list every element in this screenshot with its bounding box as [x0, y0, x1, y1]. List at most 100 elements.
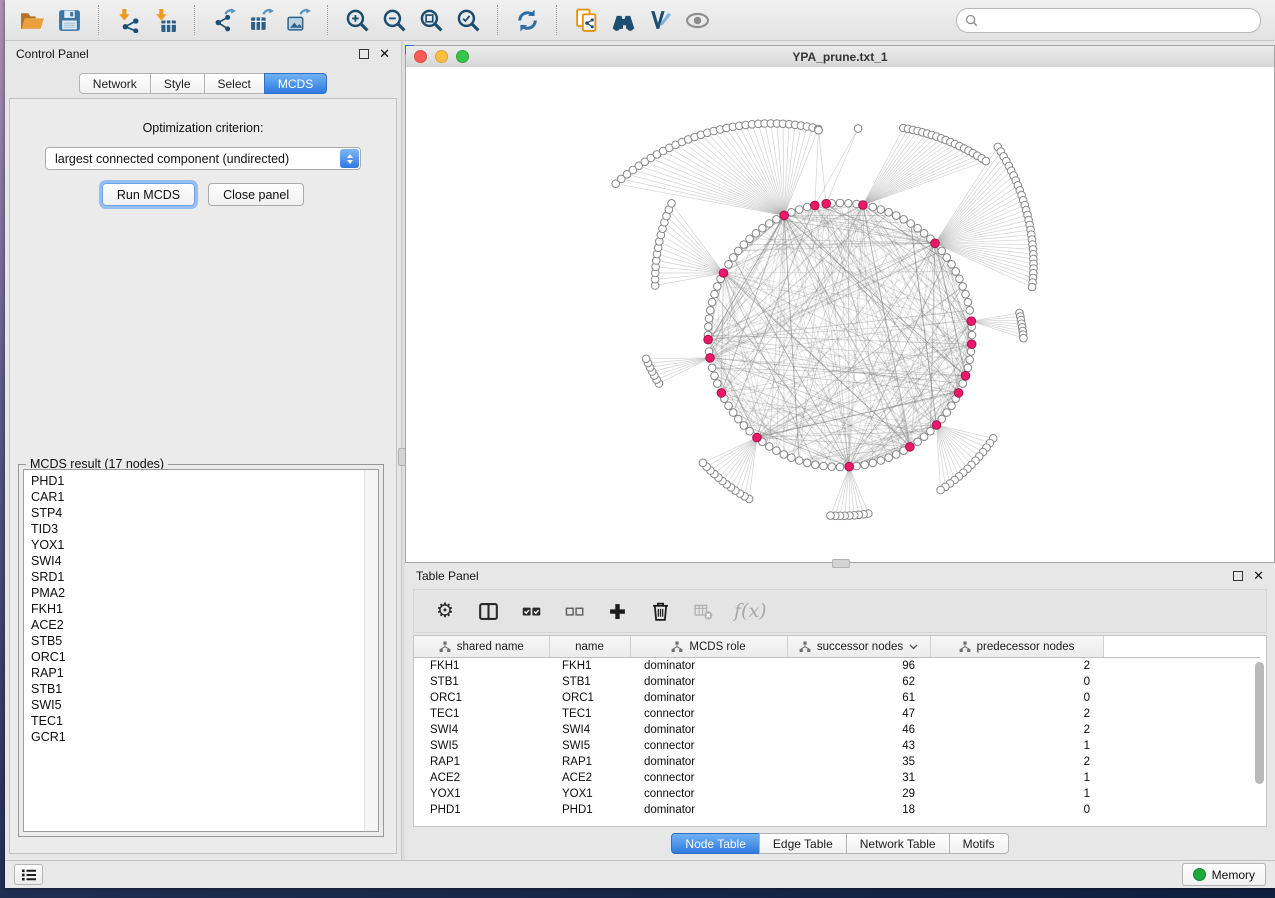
- table-row[interactable]: PHD1PHD1dominator180: [414, 802, 1260, 818]
- list-scrollbar[interactable]: [364, 470, 378, 831]
- open-file-button[interactable]: [15, 4, 50, 37]
- table-row[interactable]: RAP1RAP1dominator352: [414, 754, 1260, 770]
- import-table-button[interactable]: [148, 4, 183, 37]
- column-header-mcds-role[interactable]: MCDS role: [630, 636, 787, 658]
- table-row[interactable]: ACE2ACE2connector311: [414, 770, 1260, 786]
- search-objects-button[interactable]: [606, 4, 641, 37]
- table-cell: YOX1: [414, 786, 549, 802]
- memory-button[interactable]: Memory: [1182, 863, 1266, 886]
- select-all-columns-button[interactable]: [519, 599, 543, 623]
- search-input[interactable]: [983, 12, 1252, 28]
- close-panel-icon[interactable]: ✕: [379, 47, 390, 60]
- list-item[interactable]: STB1: [31, 681, 364, 697]
- import-network-button[interactable]: [111, 4, 146, 37]
- export-image-button[interactable]: [281, 4, 316, 37]
- tab-select[interactable]: Select: [204, 73, 265, 94]
- zoom-in-button[interactable]: [340, 4, 375, 37]
- table-row[interactable]: SWI5SWI5connector431: [414, 738, 1260, 754]
- create-column-button[interactable]: [605, 599, 629, 623]
- list-item[interactable]: CAR1: [31, 489, 364, 505]
- table-scrollbar-thumb[interactable]: [1255, 662, 1264, 784]
- table-cell-filler: [1103, 738, 1260, 754]
- refresh-icon: [515, 8, 540, 33]
- list-item[interactable]: STB5: [31, 633, 364, 649]
- columns-icon: [478, 601, 499, 622]
- maximize-window-button[interactable]: [456, 50, 469, 63]
- list-item[interactable]: YOX1: [31, 537, 364, 553]
- zoom-fit-button[interactable]: [414, 4, 449, 37]
- tab-motifs[interactable]: Motifs: [949, 833, 1009, 854]
- export-table-button[interactable]: [244, 4, 279, 37]
- tab-mcds[interactable]: MCDS: [264, 73, 327, 94]
- show-columns-button[interactable]: [476, 599, 500, 623]
- criterion-select[interactable]: largest connected component (undirected): [45, 147, 361, 170]
- table-cell: 1: [930, 770, 1103, 786]
- delete-table-button[interactable]: [691, 599, 715, 623]
- run-mcds-button[interactable]: Run MCDS: [102, 183, 195, 206]
- table-cell: 96: [787, 658, 930, 675]
- list-item[interactable]: ACE2: [31, 617, 364, 633]
- table-cell: dominator: [630, 658, 787, 675]
- list-item[interactable]: RAP1: [31, 665, 364, 681]
- table-row[interactable]: TEC1TEC1connector472: [414, 706, 1260, 722]
- table-cell: 1: [930, 786, 1103, 802]
- list-item[interactable]: SWI4: [31, 553, 364, 569]
- table-cell: ORC1: [414, 690, 549, 706]
- close-panel-icon[interactable]: ✕: [1253, 569, 1264, 582]
- network-window-titlebar[interactable]: YPA_prune.txt_1: [406, 46, 1274, 68]
- float-panel-icon[interactable]: [359, 49, 369, 59]
- list-item[interactable]: SWI5: [31, 697, 364, 713]
- table-row[interactable]: YOX1YOX1connector291: [414, 786, 1260, 802]
- table-cell: 1: [930, 738, 1103, 754]
- list-item[interactable]: STP4: [31, 505, 364, 521]
- float-panel-icon[interactable]: [1233, 571, 1243, 581]
- table-row[interactable]: STB1STB1dominator620: [414, 674, 1260, 690]
- zoom-out-button[interactable]: [377, 4, 412, 37]
- export-network-button[interactable]: [207, 4, 242, 37]
- network-canvas[interactable]: [406, 67, 1274, 562]
- tab-network-table[interactable]: Network Table: [846, 833, 950, 854]
- save-session-button[interactable]: [52, 4, 87, 37]
- column-header-shared-name[interactable]: shared name: [414, 636, 549, 658]
- tab-edge-table[interactable]: Edge Table: [759, 833, 847, 854]
- column-header-successor-nodes[interactable]: successor nodes: [787, 636, 930, 658]
- table-row[interactable]: ORC1ORC1dominator610: [414, 690, 1260, 706]
- table-cell: TEC1: [414, 706, 549, 722]
- graphics-details-button[interactable]: [680, 4, 715, 37]
- function-builder-button[interactable]: f(x): [734, 599, 767, 623]
- tab-network[interactable]: Network: [79, 73, 151, 94]
- list-item[interactable]: FKH1: [31, 601, 364, 617]
- column-header-predecessor-nodes[interactable]: predecessor nodes: [930, 636, 1103, 658]
- criterion-select-value: largest connected component (undirected): [55, 152, 289, 166]
- zoom-selected-button[interactable]: [451, 4, 486, 37]
- list-item[interactable]: PHD1: [31, 473, 364, 489]
- list-item[interactable]: GCR1: [31, 729, 364, 745]
- horizontal-splitter-handle[interactable]: [832, 559, 850, 568]
- close-panel-button[interactable]: Close panel: [208, 183, 304, 206]
- duplicate-network-button[interactable]: [569, 4, 604, 37]
- tab-style[interactable]: Style: [150, 73, 205, 94]
- table-cell: 0: [930, 674, 1103, 690]
- table-row[interactable]: SWI4SWI4dominator462: [414, 722, 1260, 738]
- table-cell: 18: [787, 802, 930, 818]
- column-header-name[interactable]: name: [549, 636, 630, 658]
- table-mode-button[interactable]: ⚙: [433, 599, 457, 623]
- unselect-all-columns-button[interactable]: [562, 599, 586, 623]
- list-item[interactable]: ORC1: [31, 649, 364, 665]
- export-table-icon: [249, 8, 274, 33]
- minimize-window-button[interactable]: [435, 50, 448, 63]
- close-window-button[interactable]: [414, 50, 427, 63]
- table-row[interactable]: FKH1FKH1dominator962: [414, 658, 1260, 675]
- refresh-view-button[interactable]: [510, 4, 545, 37]
- control-panel-header: Control Panel ✕: [5, 41, 401, 66]
- list-item[interactable]: TID3: [31, 521, 364, 537]
- tab-node-table[interactable]: Node Table: [671, 833, 760, 854]
- delete-columns-button[interactable]: [648, 599, 672, 623]
- list-item[interactable]: TEC1: [31, 713, 364, 729]
- list-item[interactable]: PMA2: [31, 585, 364, 601]
- panel-menu-button[interactable]: [14, 864, 43, 885]
- shared-column-icon: [799, 641, 811, 653]
- vizmapper-icon: [648, 8, 673, 33]
- vizmapper-button[interactable]: [643, 4, 678, 37]
- list-item[interactable]: SRD1: [31, 569, 364, 585]
